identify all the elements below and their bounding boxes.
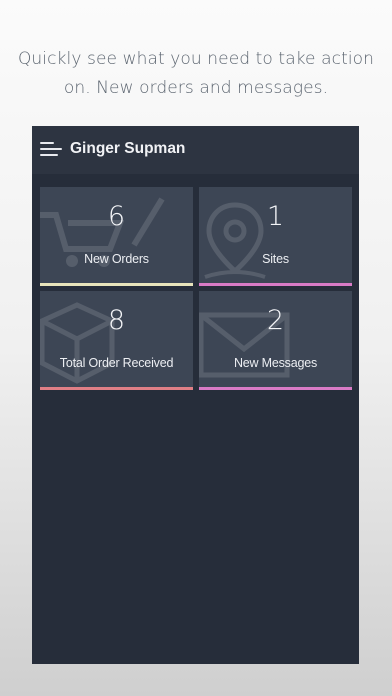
- new-messages-tile[interactable]: 2 New Messages: [199, 291, 352, 390]
- new-orders-accent-bar: [40, 283, 193, 286]
- new-messages-label: New Messages: [233, 356, 318, 370]
- caption-line-2: on. New orders and messages.: [63, 78, 329, 98]
- caption: Quickly see what you need to take action…: [0, 45, 392, 103]
- caption-line-1: Quickly see what you need to take action: [17, 49, 375, 69]
- user-name-title: Ginger Supman: [70, 140, 186, 157]
- total-order-received-tile[interactable]: 8 Total Order Received: [40, 291, 193, 390]
- sites-label: Sites: [262, 252, 289, 266]
- total-order-received-label: Total Order Received: [59, 356, 174, 370]
- total-order-received-count: 8: [107, 305, 126, 336]
- sites-accent-bar: [199, 283, 352, 286]
- app-screen: Ginger Supman 6 New Orders 1 Sites 8 Tot…: [32, 126, 359, 664]
- hamburger-menu-icon[interactable]: [40, 142, 62, 156]
- new-messages-accent-bar: [199, 387, 352, 390]
- sites-count: 1: [266, 201, 285, 232]
- new-orders-count: 6: [107, 201, 126, 232]
- new-orders-tile[interactable]: 6 New Orders: [40, 187, 193, 286]
- new-messages-count: 2: [266, 305, 285, 336]
- new-orders-label: New Orders: [84, 252, 149, 266]
- app-header: Ginger Supman: [32, 126, 359, 174]
- total-order-received-accent-bar: [40, 387, 193, 390]
- sites-tile[interactable]: 1 Sites: [199, 187, 352, 286]
